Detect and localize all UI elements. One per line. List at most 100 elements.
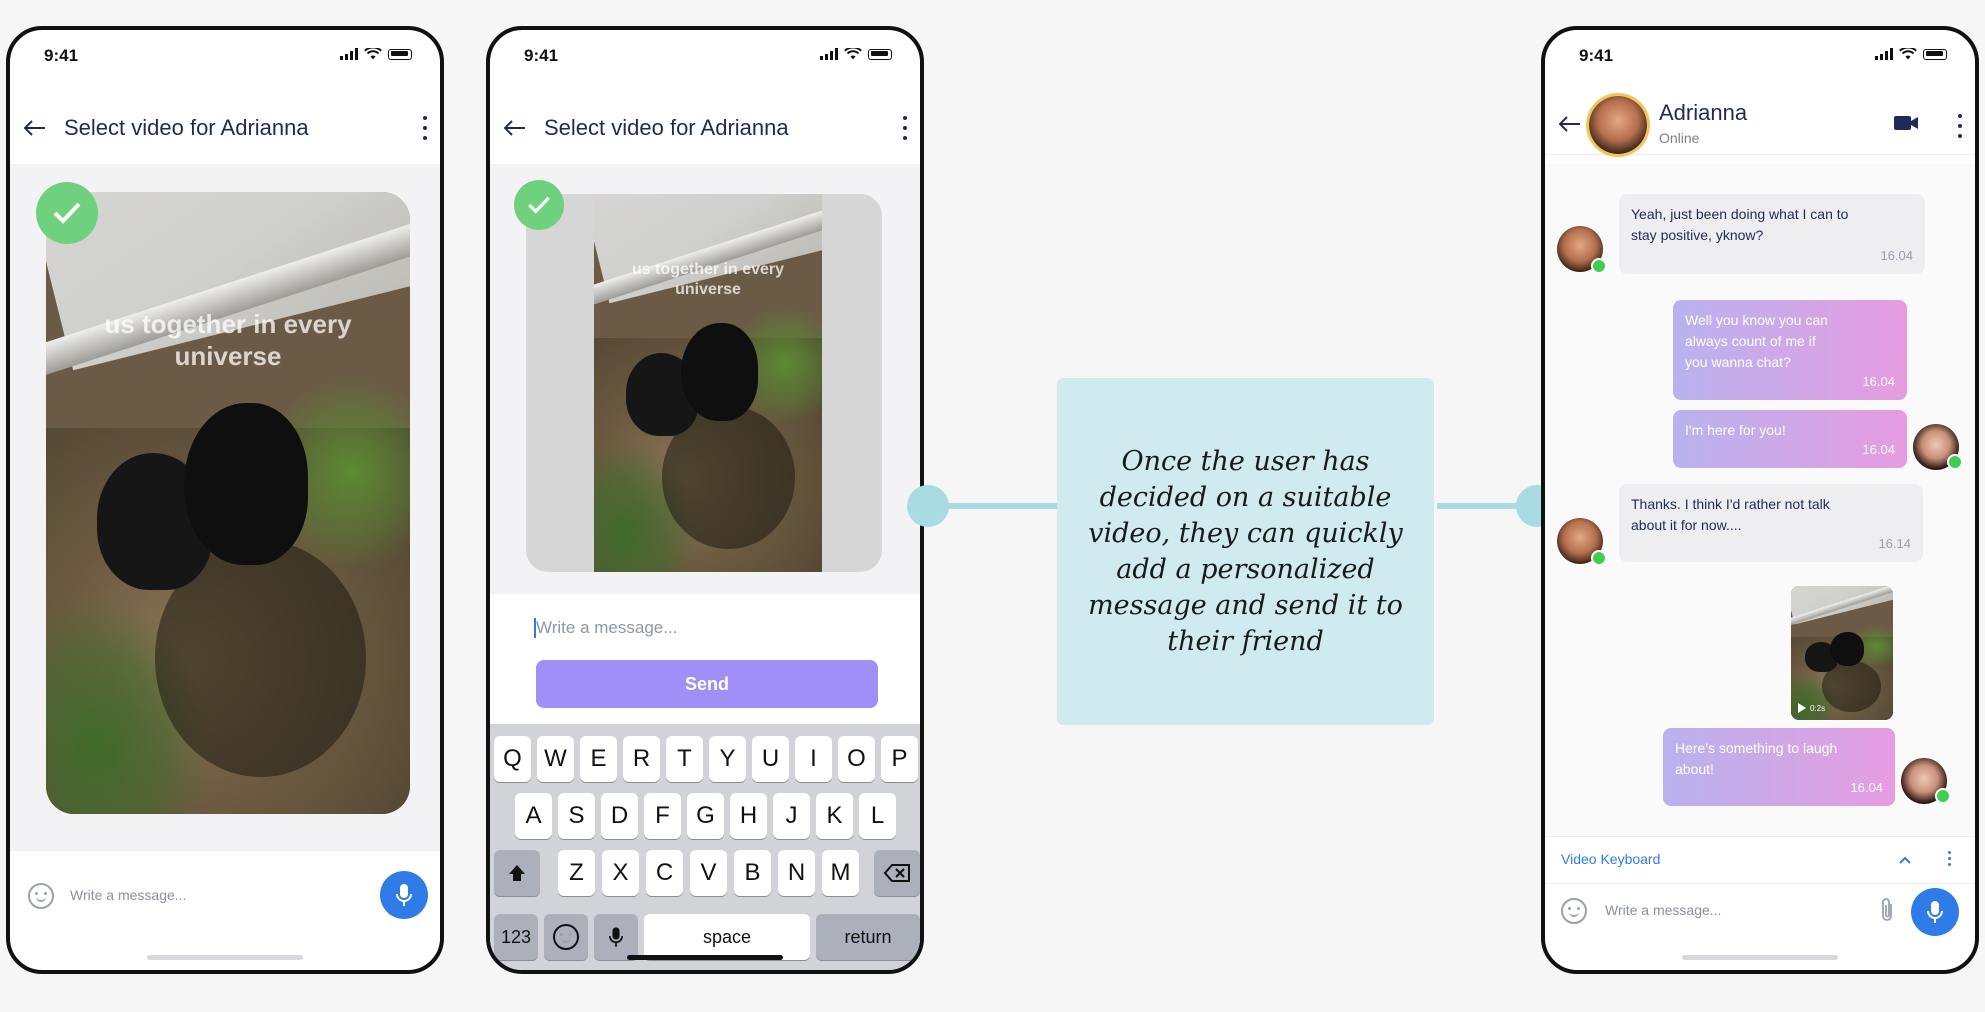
more-options-icon[interactable] <box>1957 114 1963 138</box>
phone-select-video: 9:41 Select video for Adrianna us togeth… <box>6 26 444 974</box>
video-message-thumbnail[interactable]: 0:2s <box>1791 586 1893 720</box>
backspace-key[interactable] <box>874 850 920 896</box>
key-t[interactable]: T <box>666 736 703 782</box>
message-bubble-outgoing: Well you know you can always count of me… <box>1673 300 1907 400</box>
microphone-button[interactable] <box>1911 888 1959 936</box>
selected-check-icon <box>514 180 564 230</box>
kitten-shape <box>680 322 759 421</box>
key-p[interactable]: P <box>881 736 918 782</box>
microphone-button[interactable] <box>380 871 428 919</box>
message-time: 16.04 <box>1880 248 1913 263</box>
key-v[interactable]: V <box>690 850 727 896</box>
home-indicator <box>147 955 303 960</box>
key-g[interactable]: G <box>687 793 724 839</box>
key-j[interactable]: J <box>773 793 810 839</box>
message-composer: Write a message... <box>10 850 440 941</box>
back-arrow-icon[interactable] <box>500 113 530 143</box>
video-keyboard-toggle[interactable]: Video Keyboard <box>1561 851 1660 867</box>
message-text: I'm here for you! <box>1685 422 1786 438</box>
status-bar: 9:41 <box>1579 44 1947 68</box>
key-c[interactable]: C <box>646 850 683 896</box>
chevron-up-icon[interactable] <box>1899 851 1911 869</box>
emoji-key[interactable] <box>544 914 588 960</box>
video-caption: us together in every universe <box>104 309 352 371</box>
key-w[interactable]: W <box>537 736 574 782</box>
key-q[interactable]: Q <box>494 736 531 782</box>
emoji-icon[interactable] <box>28 883 54 909</box>
message-input[interactable]: Write a message... <box>536 618 677 638</box>
shift-key[interactable] <box>494 850 540 896</box>
online-indicator <box>1935 788 1951 804</box>
key-b[interactable]: B <box>734 850 771 896</box>
message-time: 16.04 <box>1862 442 1895 457</box>
message-bubble-outgoing: Here's something to laugh about! 16.04 <box>1663 728 1895 806</box>
status-bar: 9:41 <box>524 44 892 68</box>
key-l[interactable]: L <box>859 793 896 839</box>
back-arrow-icon[interactable] <box>20 113 50 143</box>
message-input[interactable]: Write a message... <box>70 887 186 903</box>
return-key[interactable]: return <box>816 914 920 960</box>
key-i[interactable]: I <box>795 736 832 782</box>
header: Select video for Adrianna <box>490 104 920 152</box>
back-arrow-icon[interactable] <box>1555 109 1585 139</box>
annotation-callout: Once the user has decided on a suitable … <box>1057 378 1434 725</box>
video-call-icon[interactable] <box>1893 114 1919 137</box>
message-bubble-incoming: Thanks. I think I'd rather not talk abou… <box>1619 484 1923 562</box>
emoji-icon[interactable] <box>1561 898 1587 924</box>
signal-icon <box>820 48 838 60</box>
attachment-icon[interactable] <box>1879 896 1895 929</box>
selected-check-icon <box>36 182 98 244</box>
video-frame: us together in every universe <box>526 194 882 572</box>
more-options-icon[interactable] <box>1948 851 1951 866</box>
contact-avatar[interactable] <box>1589 96 1647 154</box>
key-y[interactable]: Y <box>709 736 746 782</box>
dictation-key[interactable] <box>594 914 638 960</box>
message-bubble-outgoing: I'm here for you! 16.04 <box>1673 410 1907 468</box>
video-duration: 0:2s <box>1810 703 1826 713</box>
battery-icon <box>1923 48 1947 60</box>
key-a[interactable]: A <box>515 793 552 839</box>
page-title: Select video for Adrianna <box>64 115 309 140</box>
key-n[interactable]: N <box>778 850 815 896</box>
more-options-icon[interactable] <box>422 116 428 140</box>
more-options-icon[interactable] <box>902 116 908 140</box>
key-h[interactable]: H <box>730 793 767 839</box>
key-e[interactable]: E <box>580 736 617 782</box>
video-thumbnail[interactable]: us together in every universe <box>594 194 822 572</box>
home-indicator <box>1682 955 1838 960</box>
key-f[interactable]: F <box>644 793 681 839</box>
key-x[interactable]: X <box>602 850 639 896</box>
status-time: 9:41 <box>44 46 79 65</box>
key-d[interactable]: D <box>601 793 638 839</box>
video-thumbnail[interactable]: us together in every universe <box>46 192 410 814</box>
key-u[interactable]: U <box>752 736 789 782</box>
kitten-shape <box>1829 631 1865 667</box>
page-title: Select video for Adrianna <box>544 115 789 140</box>
keyboard: QWERTYUIOP ASDFGHJKL ZXCVBNM 123 space ret… <box>490 724 920 970</box>
numbers-key[interactable]: 123 <box>494 914 538 960</box>
wifi-icon <box>1899 48 1917 60</box>
emoji-icon <box>553 924 579 950</box>
message-text: Well you know you can always count of me… <box>1685 312 1828 370</box>
message-text: Yeah, just been doing what I can to stay… <box>1631 206 1849 243</box>
video-keyboard-bar: Video Keyboard <box>1545 836 1975 884</box>
send-button[interactable]: Send <box>536 660 878 708</box>
signal-icon <box>1875 48 1893 60</box>
space-key[interactable]: space <box>644 914 810 960</box>
online-indicator <box>1591 550 1607 566</box>
connector-line <box>945 503 1057 509</box>
phone-chat: 9:41 Adrianna Online Yeah, just been doi… <box>1541 26 1979 974</box>
key-z[interactable]: Z <box>558 850 595 896</box>
chat-header: Adrianna Online <box>1545 94 1975 155</box>
kitten-shape <box>184 403 309 566</box>
key-s[interactable]: S <box>558 793 595 839</box>
key-r[interactable]: R <box>623 736 660 782</box>
contact-name: Adrianna <box>1659 100 1748 125</box>
message-input[interactable]: Write a message... <box>1605 902 1721 918</box>
key-o[interactable]: O <box>838 736 875 782</box>
message-time: 16.04 <box>1850 780 1883 795</box>
key-m[interactable]: M <box>822 850 859 896</box>
status-time: 9:41 <box>1579 46 1614 65</box>
message-time: 16.04 <box>1862 374 1895 389</box>
key-k[interactable]: K <box>816 793 853 839</box>
